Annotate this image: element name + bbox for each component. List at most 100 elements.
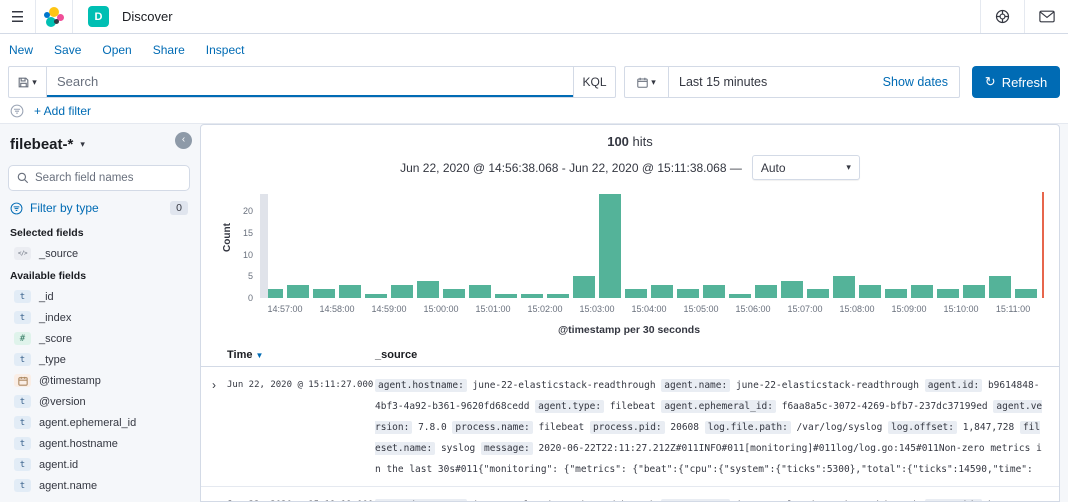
histogram-bucket[interactable]: [961, 194, 987, 298]
histogram-bucket[interactable]: [415, 194, 441, 298]
histogram-bucket[interactable]: [1013, 194, 1039, 298]
add-filter-button[interactable]: + Add filter: [34, 104, 91, 118]
histogram-bucket[interactable]: [337, 194, 363, 298]
newsfeed-mail-icon[interactable]: [1024, 0, 1068, 33]
histogram-bar: [520, 293, 544, 298]
histogram-bucket[interactable]: [285, 194, 311, 298]
field-item-agent.ephemeral_id[interactable]: t agent.ephemeral_id: [8, 412, 190, 433]
histogram-bar: [806, 289, 830, 298]
elastic-logo-icon: [44, 6, 64, 27]
menu-hamburger-icon[interactable]: ☰: [0, 0, 36, 33]
histogram-bucket[interactable]: [753, 194, 779, 298]
show-dates-link[interactable]: Show dates: [883, 75, 959, 89]
histogram-bar: [702, 285, 726, 298]
query-language-button[interactable]: KQL: [573, 67, 615, 97]
field-item-_source[interactable]: </> _source: [8, 243, 190, 264]
filter-count-badge: 0: [170, 201, 188, 215]
source-field-icon: </>: [14, 247, 31, 260]
field-item-_score[interactable]: # _score: [8, 328, 190, 349]
refresh-button[interactable]: ↻ Refresh: [972, 66, 1060, 98]
search-input[interactable]: [47, 67, 573, 97]
time-column-header[interactable]: Time ▼: [227, 349, 375, 361]
field-item-@timestamp[interactable]: @timestamp: [8, 370, 190, 391]
fields-sidebar: ‹ filebeat-* ▾ Filter by type 0 Selected…: [0, 124, 200, 502]
histogram-bucket[interactable]: [831, 194, 857, 298]
time-range-label[interactable]: Last 15 minutes: [669, 75, 767, 89]
field-item-_index[interactable]: t _index: [8, 307, 190, 328]
field-item-@version[interactable]: t @version: [8, 391, 190, 412]
field-item-_type[interactable]: t _type: [8, 349, 190, 370]
histogram-bucket[interactable]: [779, 194, 805, 298]
date-picker: ▾ Last 15 minutes Show dates: [624, 66, 960, 98]
histogram-bar: [832, 276, 856, 298]
histogram-bar: [858, 285, 882, 298]
interval-select[interactable]: Auto ▾: [751, 155, 860, 180]
field-search-input[interactable]: [35, 172, 181, 184]
elastic-logo[interactable]: [36, 0, 73, 33]
histogram-bucket[interactable]: [311, 194, 337, 298]
toolbar-link-open[interactable]: Open: [102, 43, 131, 57]
field-search-box: [8, 165, 190, 191]
y-axis-ticks: 0 5 10 15 20: [231, 194, 253, 303]
y-tick-label: 0: [247, 293, 253, 303]
source-field-key: agent.ephemeral_id:: [661, 400, 776, 413]
hits-label: hits: [632, 134, 653, 149]
expand-row-icon[interactable]: ›: [201, 375, 227, 480]
histogram-bucket[interactable]: [493, 194, 519, 298]
histogram-bucket[interactable]: [649, 194, 675, 298]
query-bar: ▾ KQL ▾ Last 15 minutes Show dates ↻ Ref…: [8, 66, 1060, 98]
space-badge[interactable]: D: [88, 6, 109, 27]
histogram-bucket[interactable]: [545, 194, 571, 298]
histogram-bucket[interactable]: [441, 194, 467, 298]
histogram-bucket[interactable]: [467, 194, 493, 298]
histogram-bar: [1014, 289, 1038, 298]
histogram-bar: [572, 276, 596, 298]
source-field-key: log.file.path:: [704, 421, 791, 434]
chevron-down-icon: ▾: [32, 76, 37, 87]
index-pattern-picker[interactable]: filebeat-* ▾: [10, 136, 190, 153]
source-field-key: agent.id:: [924, 379, 983, 392]
histogram-bucket[interactable]: [259, 194, 285, 298]
calendar-icon[interactable]: ▾: [625, 67, 669, 97]
source-field-key: agent.type:: [535, 400, 605, 413]
toolbar-link-new[interactable]: New: [9, 43, 33, 57]
field-item-agent.name[interactable]: t agent.name: [8, 475, 190, 496]
toolbar-link-inspect[interactable]: Inspect: [206, 43, 245, 57]
filter-by-type-button[interactable]: Filter by type 0: [10, 201, 188, 215]
field-item-agent.id[interactable]: t agent.id: [8, 454, 190, 475]
toolbar-link-save[interactable]: Save: [54, 43, 81, 57]
source-field-value: filebeat: [538, 422, 585, 433]
histogram-chart: Count 0 5 10 15 20 14:57:00 14:58:00 14:…: [219, 192, 1044, 336]
source-field-value: f6aa8a5c-3072-4269-bfb7-237dc37199ed: [781, 401, 988, 412]
x-tick-label: 15:01:00: [475, 304, 511, 314]
help-icon[interactable]: [980, 0, 1024, 33]
string-field-icon: t: [14, 353, 31, 366]
row-source: agent.hostname: june-22-elasticstack-rea…: [375, 495, 1059, 501]
saved-queries-button[interactable]: ▾: [9, 67, 47, 97]
field-item-agent.hostname[interactable]: t agent.hostname: [8, 433, 190, 454]
histogram-bucket[interactable]: [623, 194, 649, 298]
field-name: _id: [39, 290, 54, 303]
histogram-bucket[interactable]: [597, 193, 623, 298]
histogram-bucket[interactable]: [805, 194, 831, 298]
toolbar-link-share[interactable]: Share: [153, 43, 185, 57]
histogram-bucket[interactable]: [519, 194, 545, 298]
histogram-bar: [416, 280, 440, 298]
available-fields-heading: Available fields: [10, 270, 87, 282]
histogram-bucket[interactable]: [727, 194, 753, 298]
histogram-bucket[interactable]: [909, 194, 935, 298]
histogram-bucket[interactable]: [571, 194, 597, 298]
source-field-key: agent.name:: [661, 379, 731, 392]
collapse-sidebar-button[interactable]: ‹: [175, 132, 192, 149]
histogram-bucket[interactable]: [857, 194, 883, 298]
histogram-bucket[interactable]: [675, 194, 701, 298]
histogram-bucket[interactable]: [701, 194, 727, 298]
field-item-_id[interactable]: t _id: [8, 286, 190, 307]
histogram-bucket[interactable]: [883, 194, 909, 298]
expand-row-icon[interactable]: ›: [201, 495, 227, 501]
histogram-bucket[interactable]: [389, 194, 415, 298]
string-field-icon: t: [14, 395, 31, 408]
histogram-bucket[interactable]: [987, 194, 1013, 298]
histogram-bucket[interactable]: [363, 194, 389, 298]
histogram-bucket[interactable]: [935, 194, 961, 298]
